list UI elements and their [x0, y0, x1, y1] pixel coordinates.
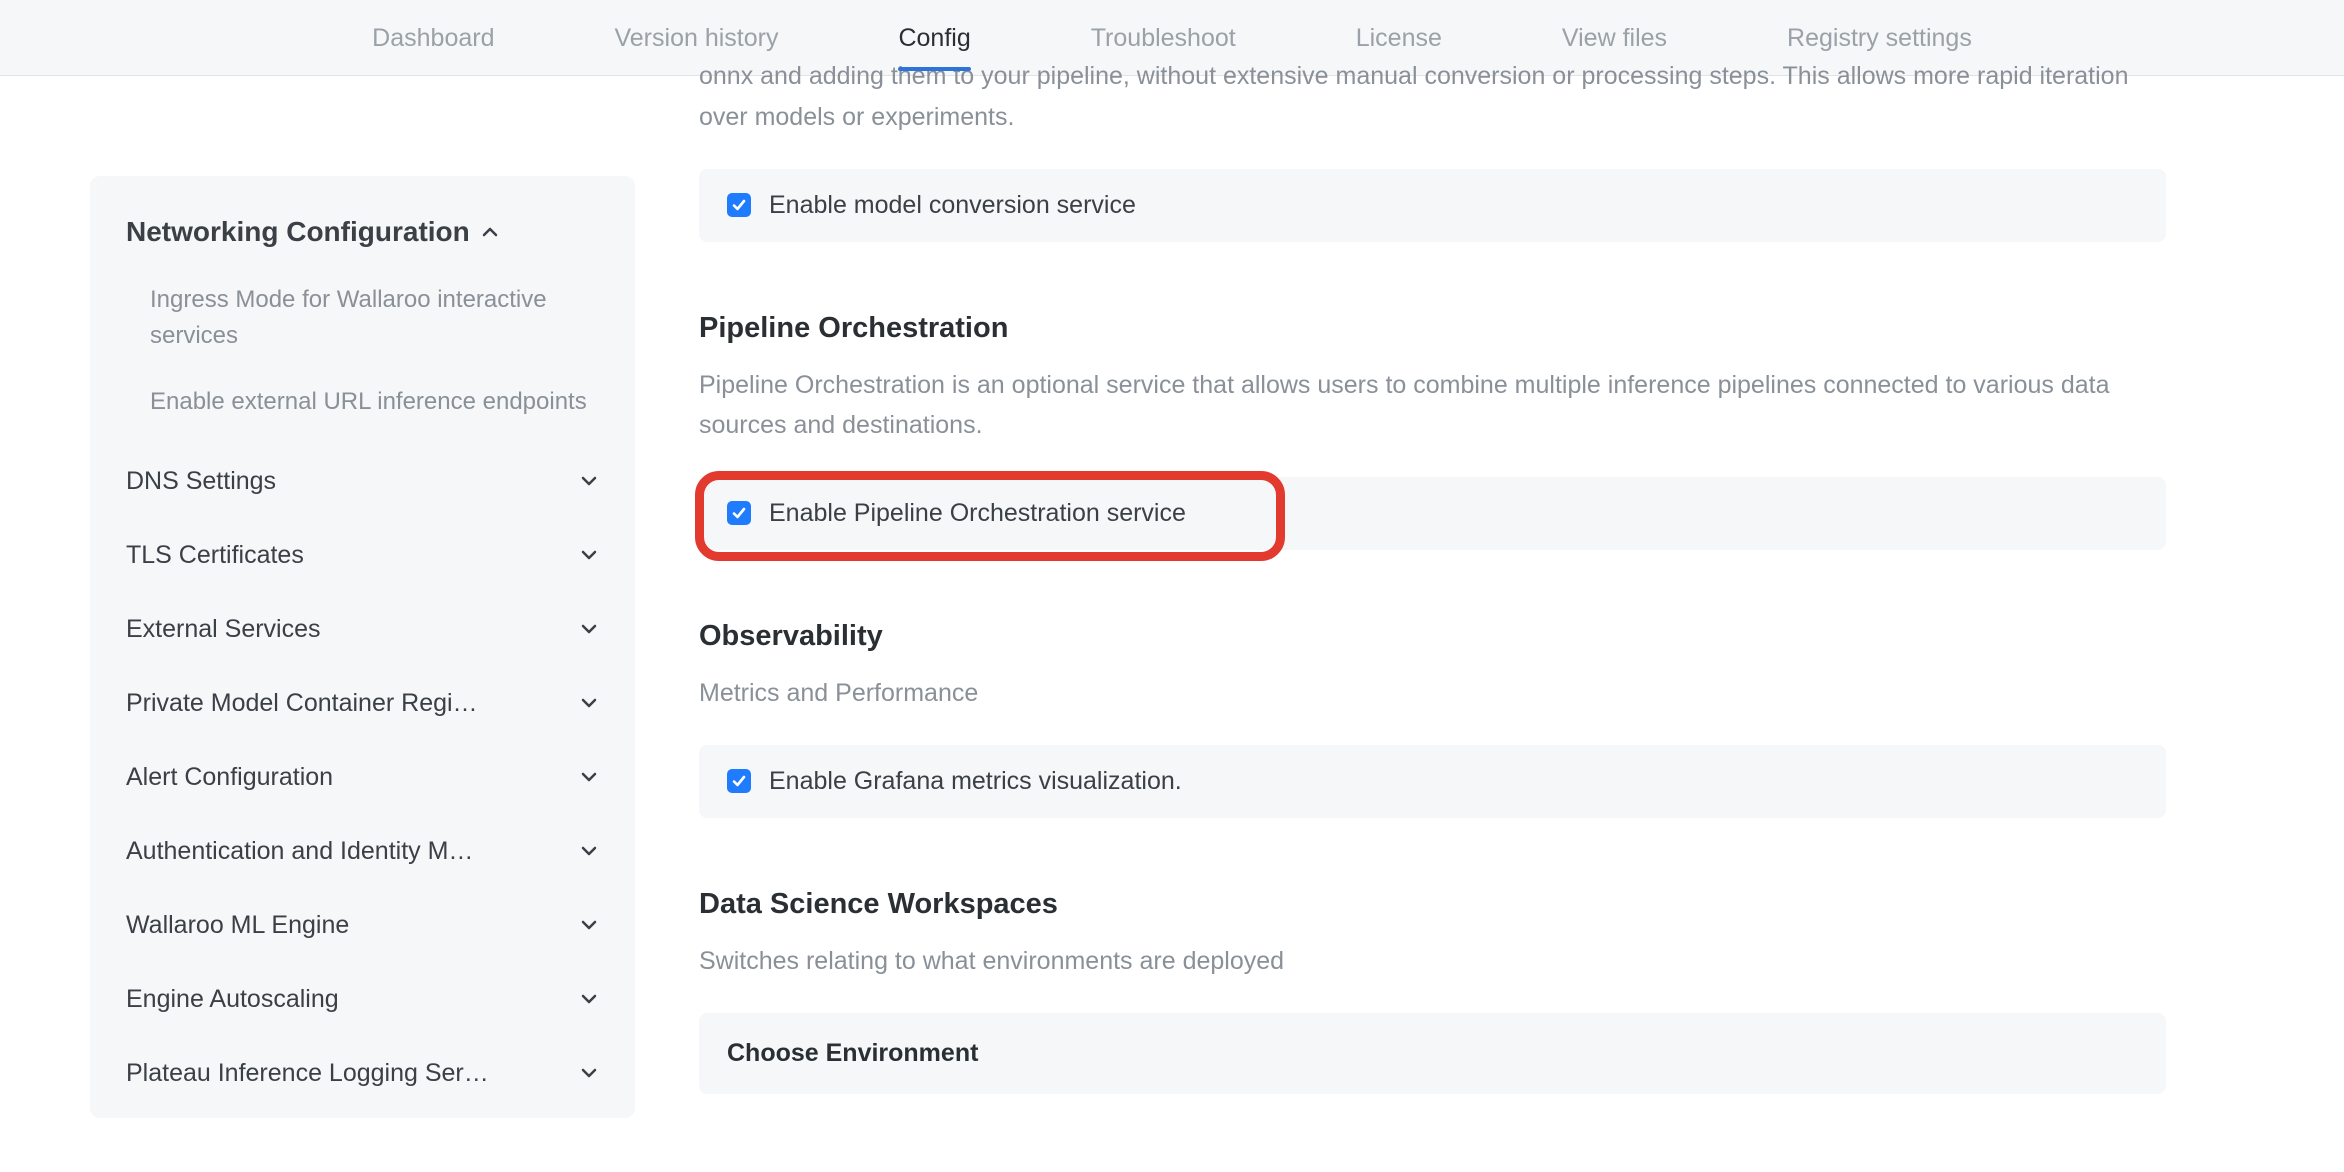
chevron-up-icon [480, 222, 500, 242]
nav-view-files[interactable]: View files [1562, 4, 1667, 71]
grafana-label: Enable Grafana metrics visualization. [769, 767, 1182, 796]
sidebar-item-label: External Services [126, 615, 321, 644]
pipeline-orchestration-label: Enable Pipeline Orchestration service [769, 499, 1186, 528]
chevron-down-icon [579, 693, 599, 713]
nav-troubleshoot[interactable]: Troubleshoot [1091, 4, 1236, 71]
nav-config[interactable]: Config [898, 4, 970, 71]
nav-version-history[interactable]: Version history [614, 4, 778, 71]
chevron-down-icon [579, 619, 599, 639]
checkbox-checked-icon[interactable] [727, 769, 751, 793]
chevron-down-icon [579, 545, 599, 565]
sidebar-item-label: DNS Settings [126, 467, 276, 496]
pipeline-orchestration-option[interactable]: Enable Pipeline Orchestration service [699, 477, 2166, 550]
grafana-option[interactable]: Enable Grafana metrics visualization. [699, 745, 2166, 818]
nav-registry-settings[interactable]: Registry settings [1787, 4, 1972, 71]
pipeline-orchestration-heading: Pipeline Orchestration [699, 312, 2166, 345]
chevron-down-icon [579, 841, 599, 861]
sidebar-item-alert-configuration[interactable]: Alert Configuration [126, 740, 627, 814]
sidebar-subitem-external-url[interactable]: Enable external URL inference endpoints [126, 378, 627, 426]
sidebar-item-label: Alert Configuration [126, 763, 333, 792]
chevron-down-icon [579, 767, 599, 787]
model-conversion-label: Enable model conversion service [769, 191, 1136, 220]
sidebar-item-auth-identity[interactable]: Authentication and Identity M… [126, 814, 627, 888]
sidebar-item-label: Authentication and Identity M… [126, 837, 473, 866]
observability-desc: Metrics and Performance [699, 673, 2166, 713]
nav-dashboard[interactable]: Dashboard [372, 4, 494, 71]
checkbox-checked-icon[interactable] [727, 193, 751, 217]
checkbox-checked-icon[interactable] [727, 501, 751, 525]
chevron-down-icon [579, 1063, 599, 1083]
sidebar-item-engine-autoscaling[interactable]: Engine Autoscaling [126, 962, 627, 1036]
sidebar-item-plateau-inference-logging[interactable]: Plateau Inference Logging Ser… [126, 1036, 627, 1110]
dsw-desc: Switches relating to what environments a… [699, 941, 2166, 981]
dsw-heading: Data Science Workspaces [699, 888, 2166, 921]
sidebar-item-label: TLS Certificates [126, 541, 304, 570]
model-conversion-option[interactable]: Enable model conversion service [699, 169, 2166, 242]
sidebar-item-external-services[interactable]: External Services [126, 592, 627, 666]
chevron-down-icon [579, 915, 599, 935]
observability-heading: Observability [699, 620, 2166, 653]
sidebar-item-private-model-registry[interactable]: Private Model Container Regi… [126, 666, 627, 740]
sidebar-item-label: Private Model Container Regi… [126, 689, 478, 718]
sidebar-section-label: Networking Configuration [126, 216, 470, 248]
chevron-down-icon [579, 471, 599, 491]
nav-license[interactable]: License [1356, 4, 1442, 71]
sidebar-item-label: Plateau Inference Logging Ser… [126, 1059, 489, 1088]
sidebar-subitem-ingress-mode[interactable]: Ingress Mode for Wallaroo interactive se… [126, 276, 627, 360]
sidebar-section-networking[interactable]: Networking Configuration [126, 216, 627, 248]
choose-environment-dropdown[interactable]: Choose Environment [699, 1013, 2166, 1094]
sidebar-item-dns-settings[interactable]: DNS Settings [126, 444, 627, 518]
choose-environment-label: Choose Environment [727, 1039, 978, 1067]
sidebar: Networking Configuration Ingress Mode fo… [90, 176, 635, 1118]
pipeline-orchestration-desc: Pipeline Orchestration is an optional se… [699, 365, 2166, 445]
sidebar-item-label: Wallaroo ML Engine [126, 911, 349, 940]
main-content: onnx and adding them to your pipeline, w… [635, 76, 2344, 1118]
sidebar-item-label: Engine Autoscaling [126, 985, 339, 1014]
sidebar-item-tls-certificates[interactable]: TLS Certificates [126, 518, 627, 592]
chevron-down-icon [579, 989, 599, 1009]
sidebar-item-wallaroo-ml-engine[interactable]: Wallaroo ML Engine [126, 888, 627, 962]
